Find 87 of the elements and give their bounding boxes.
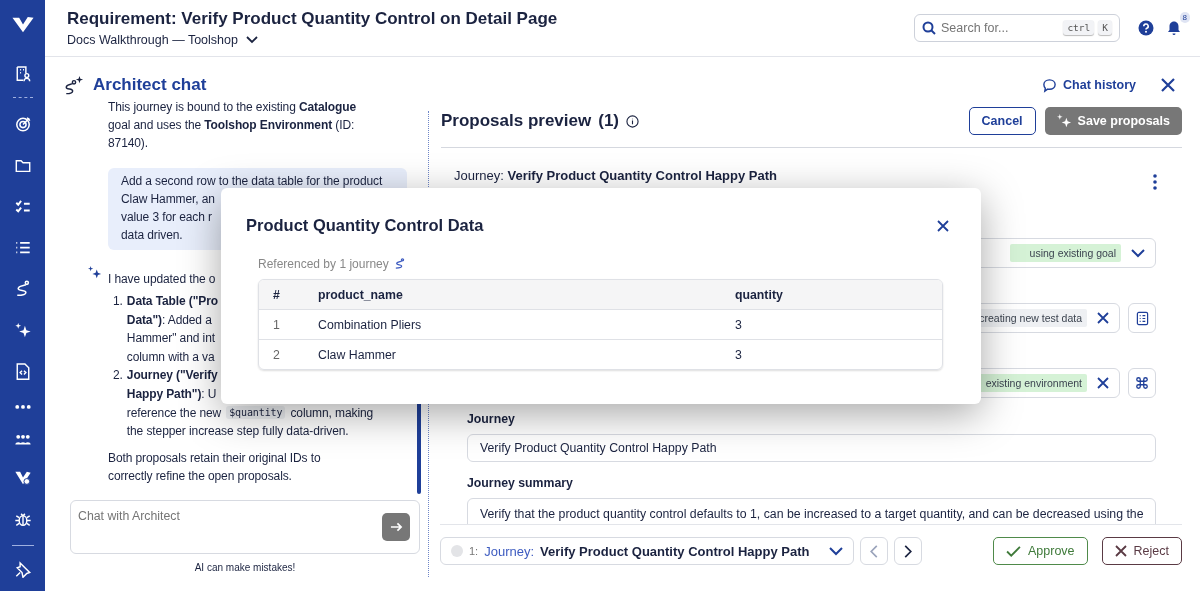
column-header: quantity bbox=[734, 287, 784, 302]
message-text: the stepper increase step fully data-driven. bbox=[126, 423, 349, 441]
message-text: column, making bbox=[290, 404, 374, 422]
checklist-icon[interactable] bbox=[13, 197, 32, 216]
table-cell-text: Claw Hammer bbox=[317, 347, 397, 362]
close-icon bbox=[1114, 545, 1127, 557]
message-text: Data"): Added a bbox=[126, 311, 212, 329]
field-label: Journey bbox=[467, 412, 516, 426]
route-sparkle-icon bbox=[63, 75, 85, 95]
chat-message: Both proposals retain their original IDs to correctly refine the open proposals. bbox=[108, 449, 322, 485]
chevron-left-icon bbox=[870, 544, 879, 558]
page-title: Requirement: Verify Product Quantity Control on Detail Page bbox=[67, 9, 559, 29]
logo-icon[interactable] bbox=[10, 15, 35, 35]
notification-count: 8 bbox=[1179, 12, 1190, 23]
message-text: Add a second row to the data table for the product bbox=[121, 173, 383, 190]
command-icon bbox=[1135, 376, 1149, 390]
data-table-button[interactable] bbox=[1128, 303, 1156, 333]
table-cell-text: 1 bbox=[272, 317, 281, 332]
search-icon bbox=[922, 21, 936, 35]
keyboard-key: K bbox=[1098, 20, 1112, 35]
table-cell-text: 2 bbox=[272, 347, 281, 362]
info-icon[interactable] bbox=[626, 114, 639, 128]
reject-button[interactable]: Reject bbox=[1101, 537, 1182, 565]
cancel-button[interactable]: Cancel bbox=[968, 107, 1036, 135]
message-text: Claw Hammer, an bbox=[121, 191, 215, 208]
close-icon[interactable] bbox=[937, 219, 949, 232]
reference-text: Referenced by 1 journey bbox=[258, 257, 389, 271]
table-cell-text: Combination Pliers bbox=[317, 317, 423, 332]
keyboard-key: ctrl bbox=[1063, 20, 1095, 35]
chat-input[interactable]: Chat with Architect bbox=[70, 500, 420, 554]
send-button[interactable] bbox=[382, 513, 410, 541]
v-gear-icon[interactable] bbox=[13, 469, 32, 487]
message-text: data driven. bbox=[121, 227, 183, 244]
message-text: Journey ("Verify bbox=[126, 367, 218, 385]
message-text: I have updated the o bbox=[108, 271, 216, 288]
sparkle-icon[interactable] bbox=[13, 321, 32, 339]
people-icon[interactable] bbox=[13, 433, 32, 446]
proposal-picker[interactable]: 1: Journey: Verify Product Quantity Control Happy Path bbox=[440, 537, 855, 565]
chat-history-link[interactable]: Chat history bbox=[1042, 77, 1136, 93]
chat-message: This journey is bound to the existing Catalogue goal and uses the Toolshop Environment (ID: 87140). bbox=[108, 99, 358, 152]
chevron-right-icon bbox=[904, 544, 913, 558]
environment-button[interactable] bbox=[1128, 368, 1156, 398]
notification-bell-icon[interactable] bbox=[1166, 20, 1182, 36]
journey-name-field[interactable]: Verify Product Quantity Control Happy Path bbox=[467, 434, 1156, 462]
pin-icon[interactable] bbox=[13, 560, 32, 578]
sparkle-icon bbox=[1056, 113, 1072, 129]
message-text: Happy Path"): U bbox=[126, 385, 217, 403]
chevron-down-icon bbox=[245, 36, 258, 44]
close-icon[interactable] bbox=[1160, 77, 1176, 93]
route-icon[interactable] bbox=[394, 258, 405, 270]
column-header: # bbox=[272, 287, 281, 302]
chevron-down-icon bbox=[1131, 248, 1145, 258]
list-number: 1. bbox=[113, 293, 123, 310]
arrow-right-icon bbox=[389, 522, 403, 532]
help-icon[interactable] bbox=[1138, 20, 1154, 36]
list-number: 2. bbox=[113, 367, 123, 385]
journey-heading: Journey: Verify Product Quantity Control Happy Path bbox=[454, 168, 777, 185]
chat-title: Architect chat bbox=[93, 75, 207, 95]
code-snippet: $quantity bbox=[226, 406, 286, 420]
target-icon[interactable] bbox=[13, 115, 32, 133]
table-cell-text: 3 bbox=[734, 347, 743, 362]
close-icon[interactable] bbox=[1097, 312, 1109, 324]
message-text: Hammer" and int bbox=[126, 330, 215, 348]
message-text: column with a va bbox=[126, 348, 215, 366]
kebab-menu-icon[interactable] bbox=[1153, 174, 1157, 190]
check-icon bbox=[1006, 545, 1021, 557]
bug-icon[interactable] bbox=[13, 510, 32, 528]
more-icon[interactable] bbox=[13, 404, 32, 410]
project-selector[interactable]: Docs Walkthrough — Toolshop bbox=[67, 33, 258, 47]
column-header: product_name bbox=[317, 287, 404, 302]
message-text: value 3 for each r bbox=[121, 209, 212, 226]
table-cell-text: 3 bbox=[734, 317, 743, 332]
field-label: Journey summary bbox=[467, 476, 574, 490]
proposals-count: (1) bbox=[598, 111, 619, 131]
dialog-title: Product Quantity Control Data bbox=[246, 216, 484, 235]
next-button[interactable] bbox=[894, 537, 923, 565]
disclaimer-text: AI can make mistakes! bbox=[193, 561, 297, 575]
approve-button[interactable]: Approve bbox=[993, 537, 1088, 565]
close-icon[interactable] bbox=[1097, 377, 1109, 389]
speech-bubble-icon bbox=[1042, 77, 1058, 93]
message-text: reference the new bbox=[126, 404, 222, 422]
proposals-title: Proposals preview bbox=[441, 111, 592, 131]
status-tag: using existing goal bbox=[1009, 244, 1121, 262]
sparkle-icon bbox=[88, 266, 102, 280]
message-text: Data Table ("Pro bbox=[126, 293, 219, 310]
chevron-down-icon bbox=[829, 546, 844, 556]
clipboard-list-icon bbox=[1135, 310, 1149, 326]
